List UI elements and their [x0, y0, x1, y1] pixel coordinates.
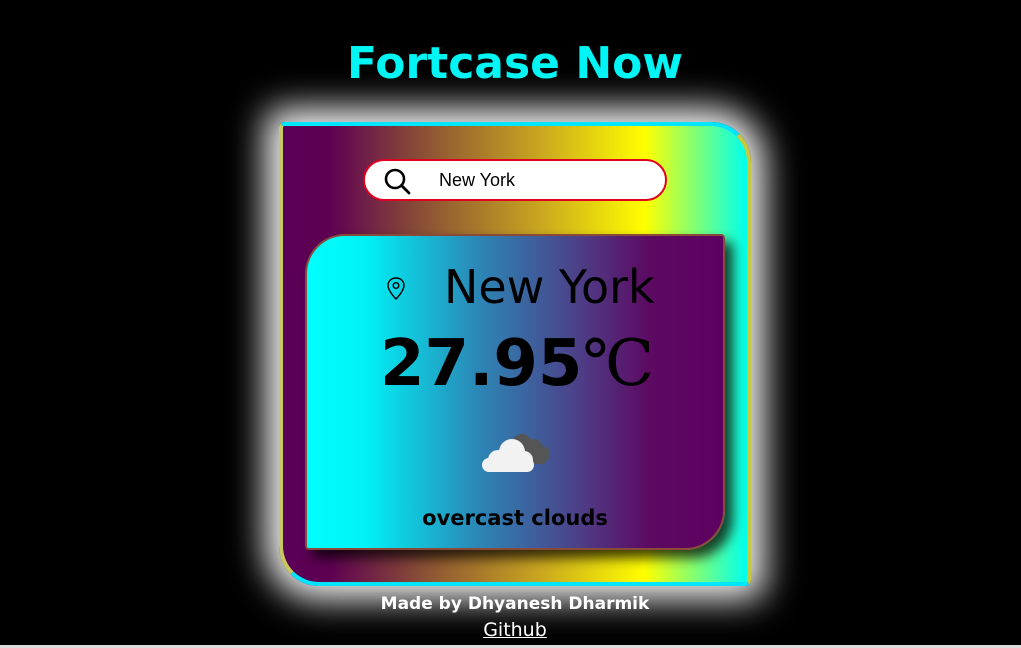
location-pin-icon — [387, 277, 405, 300]
page-title: Fortcase Now — [346, 38, 684, 89]
search-icon[interactable] — [383, 167, 411, 195]
search-input[interactable] — [439, 167, 649, 193]
github-link[interactable]: Github — [483, 619, 547, 641]
search-bar[interactable] — [363, 159, 667, 201]
temperature-unit: ℃ — [582, 327, 655, 401]
cloud-icon — [482, 434, 550, 472]
app-page: Fortcase Now New York 27.95℃ overcast cl… — [0, 0, 1021, 648]
footer-link-container: Github — [0, 617, 1021, 643]
city-name: New York — [444, 260, 655, 314]
footer-credit: Made by Dhyanesh Dharmik — [380, 594, 650, 614]
temperature-display: 27.95℃ — [380, 324, 654, 404]
temperature-value: 27.95 — [380, 327, 583, 401]
weather-description: overcast clouds — [422, 506, 608, 530]
